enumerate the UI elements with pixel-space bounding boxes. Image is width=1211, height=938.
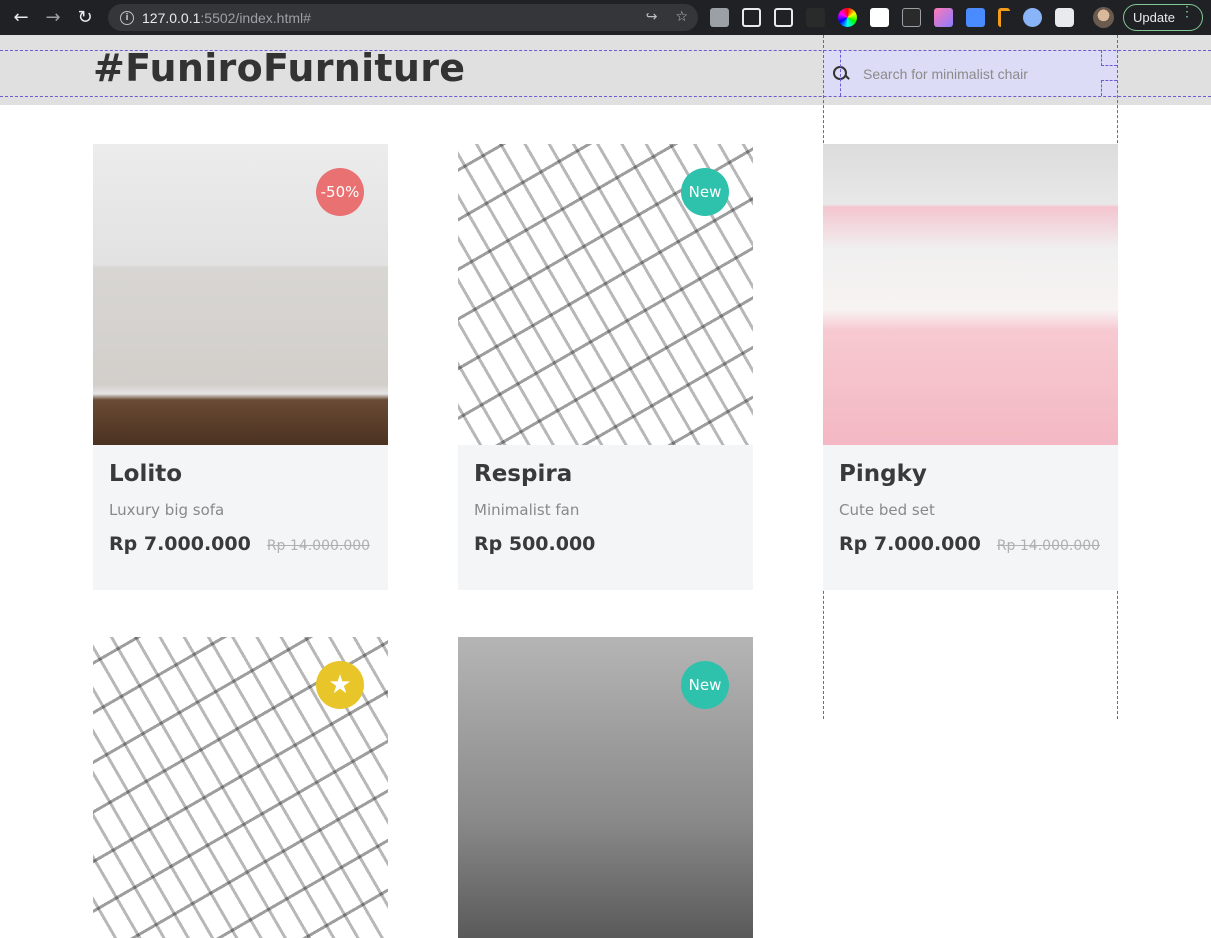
extension-icon[interactable] xyxy=(710,8,729,27)
product-price: Rp 7.000.000 xyxy=(839,533,981,555)
product-image-ceiling-fan: New xyxy=(458,144,753,445)
product-old-price: Rp 14.000.000 xyxy=(996,538,1101,554)
puzzle-icon[interactable] xyxy=(1055,8,1074,27)
discount-badge: -50% xyxy=(316,168,364,216)
product-name: Pingky xyxy=(839,461,927,487)
search-box[interactable] xyxy=(823,51,1117,96)
update-label: Update xyxy=(1133,10,1175,25)
product-card[interactable]: New xyxy=(458,637,753,938)
reload-icon[interactable]: ↻ xyxy=(74,7,96,29)
profile-avatar[interactable] xyxy=(1093,7,1114,28)
product-image-pink-bed-set xyxy=(823,144,1118,445)
url-path: :5502/index.html# xyxy=(200,9,311,26)
extensions-bar xyxy=(710,8,1074,27)
new-badge: New xyxy=(681,661,729,709)
color-picker-icon[interactable] xyxy=(838,8,857,27)
product-image-dark-sofa: New xyxy=(458,637,753,938)
product-price: Rp 500.000 xyxy=(474,533,596,555)
browser-toolbar: ← → ↻ i 127.0.0.1:5502/index.html# ↪ ☆ U… xyxy=(0,0,1211,35)
url-host: 127.0.0.1 xyxy=(142,9,201,26)
product-description: Cute bed set xyxy=(839,501,935,519)
gradient-icon[interactable] xyxy=(934,8,953,27)
brand-logo[interactable]: #FuniroFurniture xyxy=(93,46,465,90)
extension-icon[interactable] xyxy=(742,8,761,27)
extension-icon[interactable] xyxy=(774,8,793,27)
product-image-sofa: -50% xyxy=(93,144,388,445)
product-card[interactable]: Pingky Cute bed set Rp 7.000.000 Rp 14.0… xyxy=(823,144,1118,590)
share-icon[interactable]: ↪ xyxy=(646,9,658,25)
ruler-icon[interactable] xyxy=(902,8,921,27)
product-old-price: Rp 14.000.000 xyxy=(266,538,371,554)
address-bar[interactable]: i 127.0.0.1:5502/index.html# ↪ ☆ xyxy=(108,4,698,31)
off-badge-icon[interactable] xyxy=(1023,8,1042,27)
product-image-ceiling-fan: ★ xyxy=(93,637,388,938)
bookmark-star-icon[interactable]: ☆ xyxy=(675,9,688,25)
fontsniffer-icon[interactable] xyxy=(870,8,889,27)
forward-arrow-icon[interactable]: → xyxy=(42,7,64,29)
eyedropper-icon[interactable] xyxy=(998,8,1010,27)
extension-icon[interactable] xyxy=(806,8,825,27)
site-header: #FuniroFurniture xyxy=(0,35,1211,105)
product-card[interactable]: -50% Lolito Luxury big sofa Rp 7.000.000… xyxy=(93,144,388,590)
product-description: Minimalist fan xyxy=(474,501,580,519)
product-card[interactable]: New Respira Minimalist fan Rp 500.000 xyxy=(458,144,753,590)
search-input[interactable] xyxy=(863,65,1093,82)
menu-dots-icon[interactable]: ⋮ xyxy=(1180,4,1194,18)
product-name: Lolito xyxy=(109,461,183,487)
back-arrow-icon[interactable]: ← xyxy=(10,7,32,29)
update-button[interactable]: Update ⋮ xyxy=(1123,4,1203,31)
site-info-icon[interactable]: i xyxy=(120,10,134,25)
product-name: Respira xyxy=(474,461,573,487)
product-description: Luxury big sofa xyxy=(109,501,225,519)
shield-icon[interactable] xyxy=(966,8,985,27)
product-card[interactable]: ★ xyxy=(93,637,388,938)
product-price: Rp 7.000.000 xyxy=(109,533,251,555)
star-badge: ★ xyxy=(316,661,364,709)
new-badge: New xyxy=(681,168,729,216)
search-icon xyxy=(833,65,849,82)
